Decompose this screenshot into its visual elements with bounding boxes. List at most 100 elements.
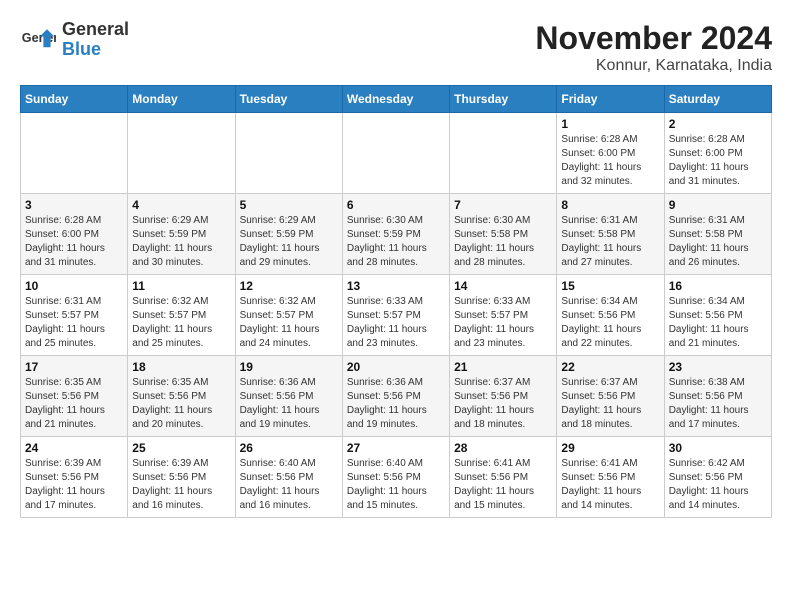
calendar-cell: 19 Sunrise: 6:36 AM Sunset: 5:56 PM Dayli… <box>235 356 342 437</box>
day-info: Sunrise: 6:36 AM Sunset: 5:56 PM Dayligh… <box>347 376 445 432</box>
calendar-body: 1 Sunrise: 6:28 AM Sunset: 6:00 PM Daylig… <box>21 113 772 518</box>
day-info: Sunrise: 6:31 AM Sunset: 5:58 PM Dayligh… <box>561 214 659 270</box>
calendar-cell: 30 Sunrise: 6:42 AM Sunset: 5:56 PM Dayli… <box>664 437 771 518</box>
calendar-cell: 25 Sunrise: 6:39 AM Sunset: 5:56 PM Dayli… <box>128 437 235 518</box>
day-number: 24 <box>25 441 123 455</box>
day-info: Sunrise: 6:32 AM Sunset: 5:57 PM Dayligh… <box>240 295 338 351</box>
calendar-cell: 13 Sunrise: 6:33 AM Sunset: 5:57 PM Dayli… <box>342 275 449 356</box>
calendar-week-row: 3Sunrise: 6:28 AM Sunset: 6:00 PM Daylig… <box>21 194 772 275</box>
day-number: 17 <box>25 360 123 374</box>
day-info: Sunrise: 6:28 AM Sunset: 6:00 PM Dayligh… <box>669 133 767 189</box>
calendar-cell: 22 Sunrise: 6:37 AM Sunset: 5:56 PM Dayli… <box>557 356 664 437</box>
calendar-cell: 1Sunrise: 6:28 AM Sunset: 6:00 PM Daylig… <box>557 113 664 194</box>
weekday-header: Tuesday <box>235 86 342 113</box>
day-number: 13 <box>347 279 445 293</box>
calendar-cell: 8 Sunrise: 6:31 AM Sunset: 5:58 PM Daylig… <box>557 194 664 275</box>
day-number: 28 <box>454 441 552 455</box>
calendar-cell: 21 Sunrise: 6:37 AM Sunset: 5:56 PM Dayli… <box>450 356 557 437</box>
day-info: Sunrise: 6:36 AM Sunset: 5:56 PM Dayligh… <box>240 376 338 432</box>
logo: General General Blue <box>20 20 129 60</box>
logo-text: General Blue <box>62 20 129 60</box>
day-number: 25 <box>132 441 230 455</box>
day-info: Sunrise: 6:29 AM Sunset: 5:59 PM Dayligh… <box>132 214 230 270</box>
calendar-cell: 16Sunrise: 6:34 AM Sunset: 5:56 PM Dayli… <box>664 275 771 356</box>
calendar-week-row: 17 Sunrise: 6:35 AM Sunset: 5:56 PM Dayli… <box>21 356 772 437</box>
day-number: 7 <box>454 198 552 212</box>
title-block: November 2024 Konnur, Karnataka, India <box>535 20 772 75</box>
weekday-header: Monday <box>128 86 235 113</box>
day-number: 29 <box>561 441 659 455</box>
calendar-cell <box>450 113 557 194</box>
calendar-week-row: 1 Sunrise: 6:28 AM Sunset: 6:00 PM Daylig… <box>21 113 772 194</box>
logo-icon: General <box>20 22 56 58</box>
calendar-cell: 10Sunrise: 6:31 AM Sunset: 5:57 PM Dayli… <box>21 275 128 356</box>
day-number: 18 <box>132 360 230 374</box>
calendar-cell: 29 Sunrise: 6:41 AM Sunset: 5:56 PM Dayli… <box>557 437 664 518</box>
day-info: Sunrise: 6:33 AM Sunset: 5:57 PM Dayligh… <box>347 295 445 351</box>
calendar-cell: 9 Sunrise: 6:31 AM Sunset: 5:58 PM Daylig… <box>664 194 771 275</box>
day-info: Sunrise: 6:37 AM Sunset: 5:56 PM Dayligh… <box>561 376 659 432</box>
day-number: 11 <box>132 279 230 293</box>
day-number: 3 <box>25 198 123 212</box>
day-info: Sunrise: 6:37 AM Sunset: 5:56 PM Dayligh… <box>454 376 552 432</box>
weekday-header: Wednesday <box>342 86 449 113</box>
day-info: Sunrise: 6:41 AM Sunset: 5:56 PM Dayligh… <box>561 457 659 513</box>
calendar-cell: 15 Sunrise: 6:34 AM Sunset: 5:56 PM Dayli… <box>557 275 664 356</box>
day-info: Sunrise: 6:39 AM Sunset: 5:56 PM Dayligh… <box>25 457 123 513</box>
day-info: Sunrise: 6:30 AM Sunset: 5:59 PM Dayligh… <box>347 214 445 270</box>
calendar-cell <box>21 113 128 194</box>
day-info: Sunrise: 6:41 AM Sunset: 5:56 PM Dayligh… <box>454 457 552 513</box>
day-number: 9 <box>669 198 767 212</box>
day-number: 10 <box>25 279 123 293</box>
svg-text:General: General <box>22 31 56 45</box>
day-number: 2 <box>669 117 767 131</box>
day-info: Sunrise: 6:42 AM Sunset: 5:56 PM Dayligh… <box>669 457 767 513</box>
day-info: Sunrise: 6:35 AM Sunset: 5:56 PM Dayligh… <box>25 376 123 432</box>
calendar-cell: 26Sunrise: 6:40 AM Sunset: 5:56 PM Dayli… <box>235 437 342 518</box>
day-number: 15 <box>561 279 659 293</box>
calendar-table: SundayMondayTuesdayWednesdayThursdayFrid… <box>20 85 772 518</box>
calendar-cell: 6 Sunrise: 6:30 AM Sunset: 5:59 PM Daylig… <box>342 194 449 275</box>
calendar-cell: 12 Sunrise: 6:32 AM Sunset: 5:57 PM Dayli… <box>235 275 342 356</box>
day-number: 19 <box>240 360 338 374</box>
calendar-cell: 2 Sunrise: 6:28 AM Sunset: 6:00 PM Daylig… <box>664 113 771 194</box>
day-info: Sunrise: 6:39 AM Sunset: 5:56 PM Dayligh… <box>132 457 230 513</box>
calendar-cell <box>235 113 342 194</box>
day-number: 12 <box>240 279 338 293</box>
calendar-header: SundayMondayTuesdayWednesdayThursdayFrid… <box>21 86 772 113</box>
day-number: 16 <box>669 279 767 293</box>
day-info: Sunrise: 6:30 AM Sunset: 5:58 PM Dayligh… <box>454 214 552 270</box>
calendar-cell: 20Sunrise: 6:36 AM Sunset: 5:56 PM Dayli… <box>342 356 449 437</box>
day-info: Sunrise: 6:29 AM Sunset: 5:59 PM Dayligh… <box>240 214 338 270</box>
day-number: 27 <box>347 441 445 455</box>
calendar-cell: 14Sunrise: 6:33 AM Sunset: 5:57 PM Dayli… <box>450 275 557 356</box>
day-number: 5 <box>240 198 338 212</box>
calendar-cell <box>128 113 235 194</box>
calendar-cell: 18 Sunrise: 6:35 AM Sunset: 5:56 PM Dayli… <box>128 356 235 437</box>
day-number: 1 <box>561 117 659 131</box>
page-title: November 2024 <box>535 20 772 57</box>
calendar-cell <box>342 113 449 194</box>
day-number: 14 <box>454 279 552 293</box>
day-info: Sunrise: 6:35 AM Sunset: 5:56 PM Dayligh… <box>132 376 230 432</box>
day-info: Sunrise: 6:32 AM Sunset: 5:57 PM Dayligh… <box>132 295 230 351</box>
calendar-cell: 4 Sunrise: 6:29 AM Sunset: 5:59 PM Daylig… <box>128 194 235 275</box>
day-number: 21 <box>454 360 552 374</box>
day-info: Sunrise: 6:38 AM Sunset: 5:56 PM Dayligh… <box>669 376 767 432</box>
calendar-cell: 24 Sunrise: 6:39 AM Sunset: 5:56 PM Dayli… <box>21 437 128 518</box>
day-info: Sunrise: 6:34 AM Sunset: 5:56 PM Dayligh… <box>561 295 659 351</box>
day-number: 8 <box>561 198 659 212</box>
day-number: 30 <box>669 441 767 455</box>
day-number: 22 <box>561 360 659 374</box>
calendar-cell: 27Sunrise: 6:40 AM Sunset: 5:56 PM Dayli… <box>342 437 449 518</box>
day-number: 6 <box>347 198 445 212</box>
page-subtitle: Konnur, Karnataka, India <box>535 57 772 75</box>
page-header: General General Blue November 2024 Konnu… <box>20 20 772 75</box>
day-number: 4 <box>132 198 230 212</box>
calendar-week-row: 24 Sunrise: 6:39 AM Sunset: 5:56 PM Dayli… <box>21 437 772 518</box>
weekday-row: SundayMondayTuesdayWednesdayThursdayFrid… <box>21 86 772 113</box>
day-info: Sunrise: 6:31 AM Sunset: 5:58 PM Dayligh… <box>669 214 767 270</box>
calendar-cell: 23Sunrise: 6:38 AM Sunset: 5:56 PM Dayli… <box>664 356 771 437</box>
day-info: Sunrise: 6:40 AM Sunset: 5:56 PM Dayligh… <box>240 457 338 513</box>
weekday-header: Sunday <box>21 86 128 113</box>
